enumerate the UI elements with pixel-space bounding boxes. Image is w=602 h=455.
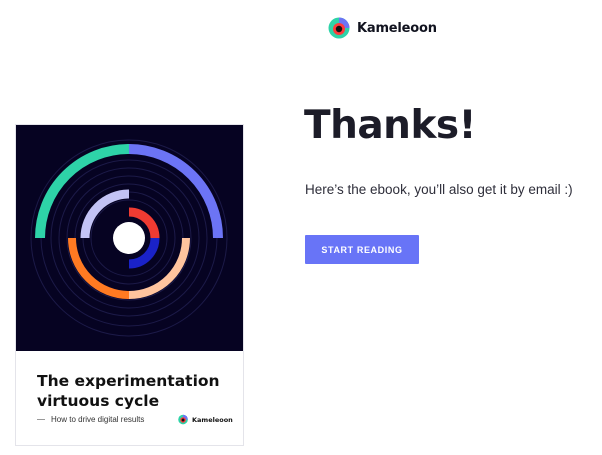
kameleoon-logo-icon — [328, 17, 350, 39]
thank-you-message: Here’s the ebook, you’ll also get it by … — [305, 182, 573, 197]
ebook-cover-art — [16, 125, 243, 351]
ebook-title: The experimentation virtuous cycle — [37, 372, 220, 410]
ebook-subtitle: How to drive digital results — [51, 415, 145, 424]
kameleoon-logo-icon — [178, 414, 188, 425]
ebook-subtitle-row: How to drive digital results — [37, 415, 144, 424]
ebook-brand: Kameleoon — [178, 414, 233, 425]
subtitle-rule — [37, 419, 45, 420]
ebook-brand-name: Kameleoon — [192, 415, 233, 424]
page-title: Thanks! — [304, 103, 476, 148]
brand-name: Kameleoon — [357, 20, 437, 36]
ebook-preview: The experimentation virtuous cycle How t… — [16, 125, 243, 445]
site-logo[interactable]: Kameleoon — [328, 16, 437, 40]
start-reading-button[interactable]: START READING — [305, 235, 419, 264]
